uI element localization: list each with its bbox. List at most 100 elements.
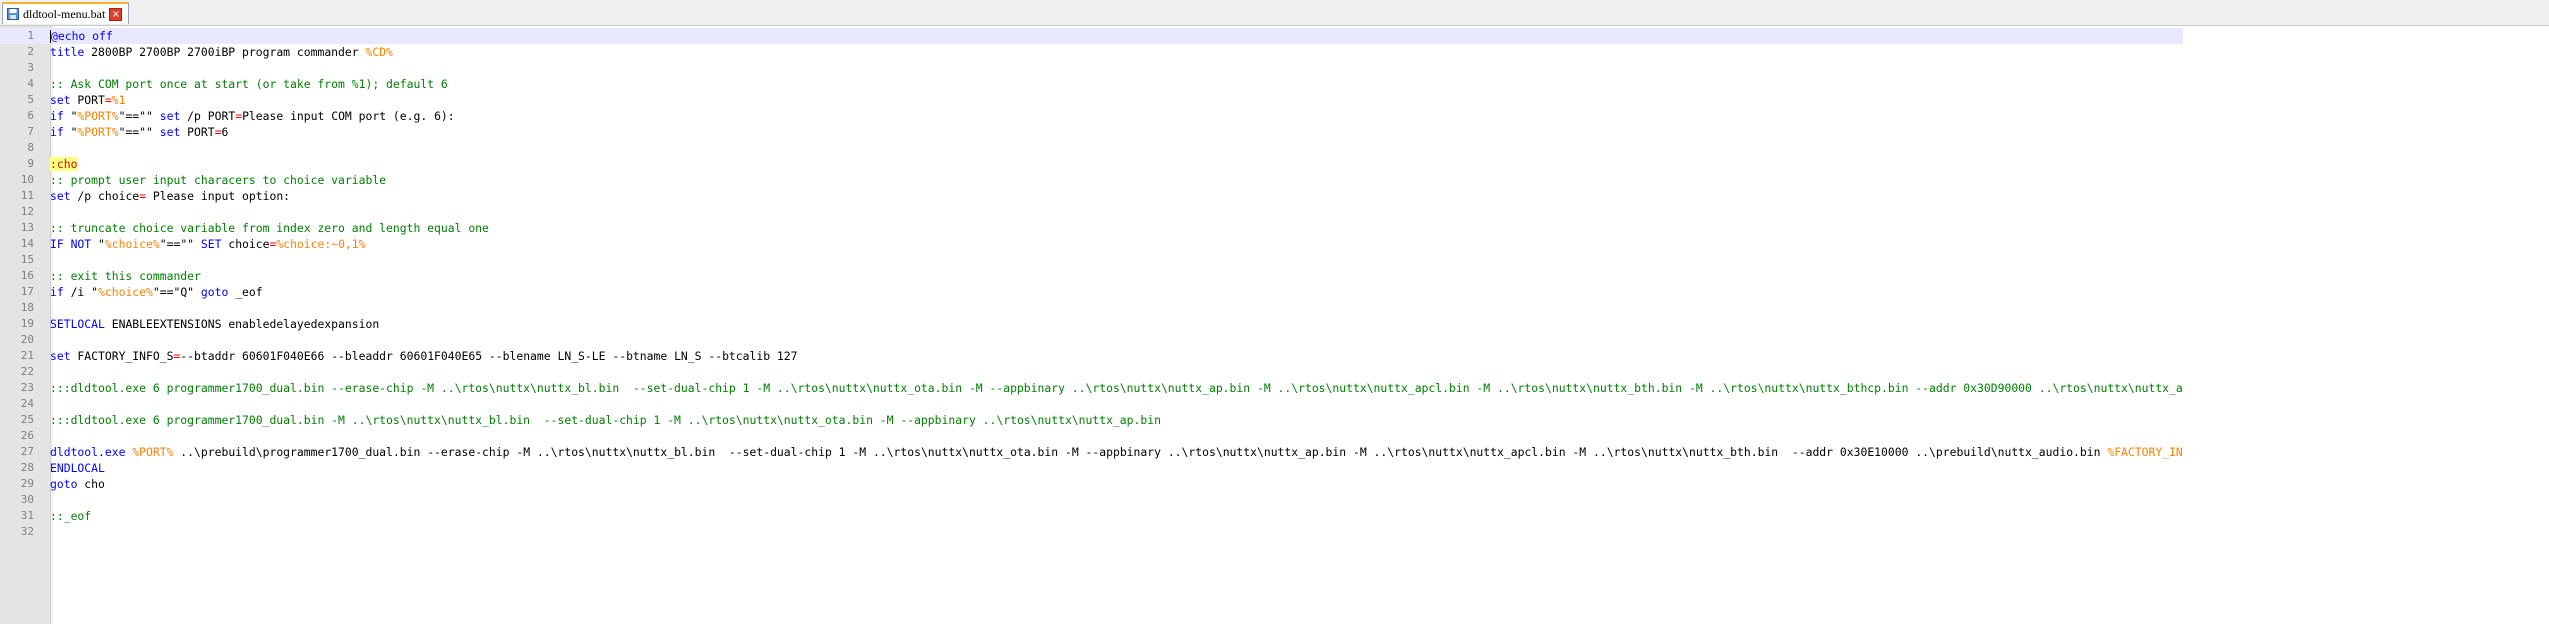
- code-line[interactable]: 3: [0, 60, 2183, 76]
- code-token: IF NOT: [50, 237, 92, 251]
- code-line[interactable]: 31::_eof: [0, 508, 2183, 524]
- line-number: 32: [20, 525, 34, 538]
- line-number: 20: [20, 333, 34, 346]
- code-token: @echo off: [51, 29, 113, 43]
- code-lines: 1 @echo off 2 title 2800BP 2700BP 2700iBP p…: [0, 28, 2183, 540]
- code-line[interactable]: 21 set FACTORY_INFO_S=--btaddr 60601F040E…: [0, 348, 2183, 364]
- code-text: @echo off: [50, 28, 113, 44]
- code-token: %PORT%: [132, 445, 174, 459]
- code-token: set: [50, 93, 71, 107]
- code-token: %FACTORY_IN: [2107, 445, 2183, 459]
- code-line[interactable]: 22: [0, 364, 2183, 380]
- code-token: %choice%: [98, 285, 153, 299]
- code-line[interactable]: 26: [0, 428, 2183, 444]
- code-token: dldtool.exe: [50, 445, 126, 459]
- code-token: %PORT%: [77, 109, 119, 123]
- code-token: :::dldtool.exe 6 programmer1700_dual.bin…: [50, 381, 2183, 395]
- line-number: 1: [27, 29, 34, 42]
- code-editor[interactable]: 1 @echo off 2 title 2800BP 2700BP 2700iBP p…: [0, 26, 2549, 624]
- code-token: if: [50, 109, 64, 123]
- code-token: PORT: [180, 125, 215, 139]
- code-token: --btaddr 60601F040E66 --bleaddr 60601F04…: [180, 349, 798, 363]
- tab-dldtool-menu[interactable]: dldtool-menu.bat ×: [2, 2, 130, 24]
- line-number: 30: [20, 493, 34, 506]
- code-text: title 2800BP 2700BP 2700iBP program comm…: [50, 44, 393, 60]
- code-text: set PORT=%1: [50, 92, 125, 108]
- code-line[interactable]: 24: [0, 396, 2183, 412]
- code-line[interactable]: 14 IF NOT "%choice%"=="" SET choice=%choi…: [0, 236, 2183, 252]
- line-number: 23: [20, 381, 34, 394]
- code-token: goto: [50, 477, 78, 491]
- code-token: ": [63, 125, 78, 139]
- code-line[interactable]: 8: [0, 140, 2183, 156]
- code-line[interactable]: 4:: Ask COM port once at start (or take …: [0, 76, 2183, 92]
- close-icon[interactable]: ×: [109, 7, 123, 21]
- line-number: 16: [20, 269, 34, 282]
- code-token: FACTORY_INFO_S: [70, 349, 174, 363]
- code-line[interactable]: 12: [0, 204, 2183, 220]
- code-text: goto cho: [50, 476, 105, 492]
- line-number: 19: [20, 317, 34, 330]
- code-line[interactable]: 29 goto cho: [0, 476, 2183, 492]
- code-line[interactable]: 2 title 2800BP 2700BP 2700iBP program com…: [0, 44, 2183, 60]
- code-token: %choice%: [104, 237, 160, 251]
- code-token: SET: [200, 237, 222, 251]
- code-line[interactable]: 7 if "%PORT%"=="" set PORT=6: [0, 124, 2183, 140]
- line-number: 15: [20, 253, 34, 266]
- code-line[interactable]: 17 if /i "%choice%"=="Q" goto _eof: [0, 284, 2183, 300]
- code-line[interactable]: 27 dldtool.exe %PORT% ..\prebuild\program…: [0, 444, 2183, 460]
- code-line[interactable]: 32: [0, 524, 2183, 540]
- code-token: "=="": [118, 125, 160, 139]
- code-token: "=="": [159, 237, 201, 251]
- code-token: %1: [111, 93, 126, 107]
- code-text: :: Ask COM port once at start (or take f…: [50, 76, 448, 92]
- code-token: if: [50, 125, 64, 139]
- code-token: /p PORT: [180, 109, 236, 123]
- code-token: PORT: [70, 93, 105, 107]
- code-token: goto: [200, 285, 229, 299]
- code-text: set /p choice= Please input option:: [50, 188, 290, 204]
- line-number: 4: [27, 77, 34, 90]
- code-token: _eof: [228, 285, 263, 299]
- code-token: 2800BP 2700BP 2700iBP program commander: [84, 45, 366, 59]
- code-text: dldtool.exe %PORT% ..\prebuild\programme…: [50, 444, 2183, 460]
- line-number: 3: [27, 61, 34, 74]
- code-line[interactable]: 5 set PORT=%1: [0, 92, 2183, 108]
- code-line[interactable]: 28 ENDLOCAL: [0, 460, 2183, 476]
- code-token: title: [50, 45, 85, 59]
- code-line[interactable]: 19 SETLOCAL ENABLEEXTENSIONS enabledelaye…: [0, 316, 2183, 332]
- code-line[interactable]: 20: [0, 332, 2183, 348]
- code-line[interactable]: 13:: truncate choice variable from index…: [0, 220, 2183, 236]
- code-token: :: prompt user input characers to choice…: [50, 173, 387, 187]
- code-token: ENABLEEXTENSIONS enabledelayedexpansion: [104, 317, 380, 331]
- code-token: %CD%: [365, 45, 393, 59]
- code-line[interactable]: 10:: prompt user input characers to choi…: [0, 172, 2183, 188]
- code-line[interactable]: 18: [0, 300, 2183, 316]
- code-token: "=="Q": [152, 285, 201, 299]
- code-token: Please input option:: [146, 189, 291, 203]
- code-token: ": [63, 109, 78, 123]
- code-text: set FACTORY_INFO_S=--btaddr 60601F040E66…: [50, 348, 798, 364]
- code-line[interactable]: 1 @echo off: [0, 28, 2183, 44]
- code-text: :: exit this commander: [50, 268, 201, 284]
- code-token: :cho: [50, 157, 78, 171]
- code-line[interactable]: 9:cho: [0, 156, 2183, 172]
- code-line[interactable]: 30: [0, 492, 2183, 508]
- line-number: 14: [20, 237, 34, 250]
- code-line[interactable]: 15: [0, 252, 2183, 268]
- code-line[interactable]: 6 if "%PORT%"=="" set /p PORT=Please inpu…: [0, 108, 2183, 124]
- code-text: :: truncate choice variable from index z…: [50, 220, 489, 236]
- code-token: /i ": [63, 285, 99, 299]
- line-number: 29: [20, 477, 34, 490]
- code-token: %PORT%: [77, 125, 119, 139]
- code-line[interactable]: 23:::dldtool.exe 6 programmer1700_dual.b…: [0, 380, 2183, 396]
- code-text: ENDLOCAL: [50, 460, 105, 476]
- code-line[interactable]: 16:: exit this commander: [0, 268, 2183, 284]
- code-line[interactable]: 11 set /p choice= Please input option:: [0, 188, 2183, 204]
- code-line[interactable]: 25:::dldtool.exe 6 programmer1700_dual.b…: [0, 412, 2183, 428]
- code-text: :::dldtool.exe 6 programmer1700_dual.bin…: [50, 412, 1161, 428]
- code-text: if /i "%choice%"=="Q" goto _eof: [50, 284, 263, 300]
- code-text: :cho: [50, 156, 78, 172]
- line-number: 6: [27, 109, 34, 122]
- save-icon: [7, 8, 19, 20]
